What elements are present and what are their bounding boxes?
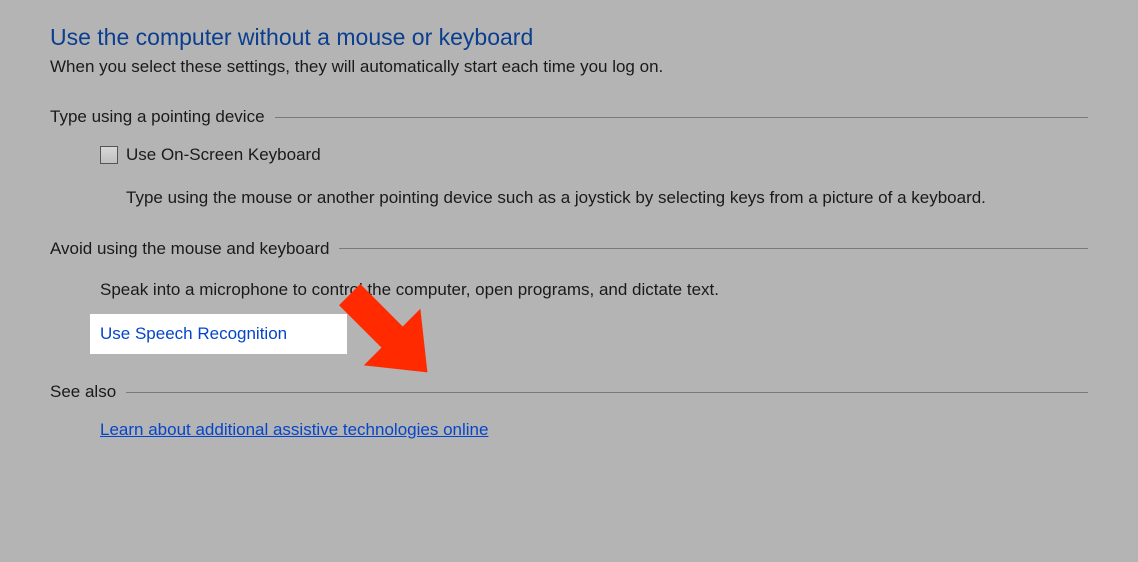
section-header: Type using a pointing device — [50, 107, 1088, 127]
section-pointing-device: Type using a pointing device Use On-Scre… — [50, 107, 1088, 211]
speech-recognition-highlight: Use Speech Recognition — [90, 314, 347, 354]
section-title-pointing: Type using a pointing device — [50, 107, 275, 127]
page-subtitle: When you select these settings, they wil… — [50, 57, 1088, 77]
use-speech-recognition-link[interactable]: Use Speech Recognition — [100, 324, 287, 343]
section-avoid-mouse-keyboard: Avoid using the mouse and keyboard Speak… — [50, 239, 1088, 355]
onscreen-keyboard-label: Use On-Screen Keyboard — [126, 145, 321, 165]
divider-line — [339, 248, 1088, 249]
assistive-technologies-link[interactable]: Learn about additional assistive technol… — [100, 420, 488, 439]
section-header: Avoid using the mouse and keyboard — [50, 239, 1088, 259]
onscreen-keyboard-checkbox[interactable] — [100, 146, 118, 164]
divider-line — [126, 392, 1088, 393]
section-see-also: See also Learn about additional assistiv… — [50, 382, 1088, 440]
section-header: See also — [50, 382, 1088, 402]
pointing-description: Type using the mouse or another pointing… — [100, 185, 1088, 211]
section-title-see-also: See also — [50, 382, 126, 402]
section-title-avoid: Avoid using the mouse and keyboard — [50, 239, 339, 259]
onscreen-keyboard-row[interactable]: Use On-Screen Keyboard — [100, 145, 1088, 165]
settings-panel: Use the computer without a mouse or keyb… — [0, 0, 1138, 492]
avoid-description: Speak into a microphone to control the c… — [100, 277, 1088, 303]
divider-line — [275, 117, 1088, 118]
page-title: Use the computer without a mouse or keyb… — [50, 24, 1088, 51]
